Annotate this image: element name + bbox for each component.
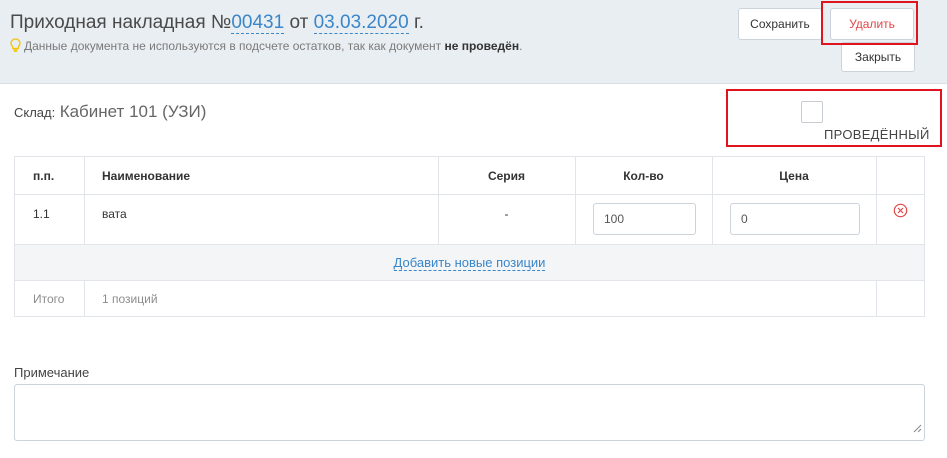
- row-name: вата: [102, 207, 127, 221]
- not-posted-notice: Данные документа не используются в подсч…: [10, 38, 522, 55]
- qty-input[interactable]: 100: [593, 203, 696, 235]
- notice-text: Данные документа не используются в подсч…: [24, 39, 442, 53]
- table-header-row: п.п. Наименование Серия Кол-во Цена: [15, 157, 924, 195]
- posted-checkbox[interactable]: [801, 101, 823, 123]
- note-textarea[interactable]: [14, 384, 925, 441]
- items-table: п.п. Наименование Серия Кол-во Цена 1.1 …: [14, 156, 925, 317]
- remove-circle-icon[interactable]: [893, 203, 908, 223]
- resize-handle-icon[interactable]: [913, 420, 922, 438]
- title-suffix: г.: [413, 12, 424, 33]
- warehouse-value: Кабинет 101 (УЗИ): [59, 102, 207, 121]
- table-total-row: Итого 1 позиций: [15, 281, 924, 317]
- add-positions-label[interactable]: Добавить новые позиции: [393, 255, 546, 271]
- col-header-num: п.п.: [33, 168, 55, 183]
- warehouse-label: Склад:: [14, 105, 56, 120]
- row-num: 1.1: [33, 207, 50, 221]
- doc-date-link[interactable]: 03.03.2020: [313, 12, 409, 34]
- save-button[interactable]: Сохранить: [738, 8, 822, 40]
- close-button[interactable]: Закрыть: [841, 42, 915, 72]
- title-prefix: Приходная накладная №: [10, 12, 232, 33]
- col-header-name: Наименование: [102, 168, 191, 183]
- table-row: 1.1 вата - 100 0: [15, 195, 924, 245]
- add-positions-row: Добавить новые позиции: [15, 245, 924, 281]
- col-header-qty: Кол-во: [623, 168, 664, 183]
- lightbulb-icon: [10, 38, 21, 55]
- page-title: Приходная накладная №00431 от 03.03.2020…: [10, 12, 424, 34]
- row-series: -: [504, 207, 509, 221]
- col-header-series: Серия: [487, 168, 526, 183]
- col-header-price: Цена: [779, 168, 809, 183]
- total-label: Итого: [33, 292, 65, 306]
- notice-end: .: [519, 39, 523, 53]
- delete-button[interactable]: Удалить: [830, 8, 914, 40]
- total-value: 1 позиций: [102, 292, 158, 306]
- title-middle: от: [289, 12, 309, 33]
- doc-number-link[interactable]: 00431: [231, 12, 285, 34]
- add-positions-link[interactable]: Добавить новые позиции: [15, 245, 924, 280]
- price-input[interactable]: 0: [730, 203, 860, 235]
- note-label: Примечание: [14, 365, 90, 380]
- warehouse: Склад: Кабинет 101 (УЗИ): [14, 102, 206, 122]
- notice-status: не проведён: [444, 39, 520, 53]
- posted-label: ПРОВЕДЁННЫЙ: [824, 127, 930, 142]
